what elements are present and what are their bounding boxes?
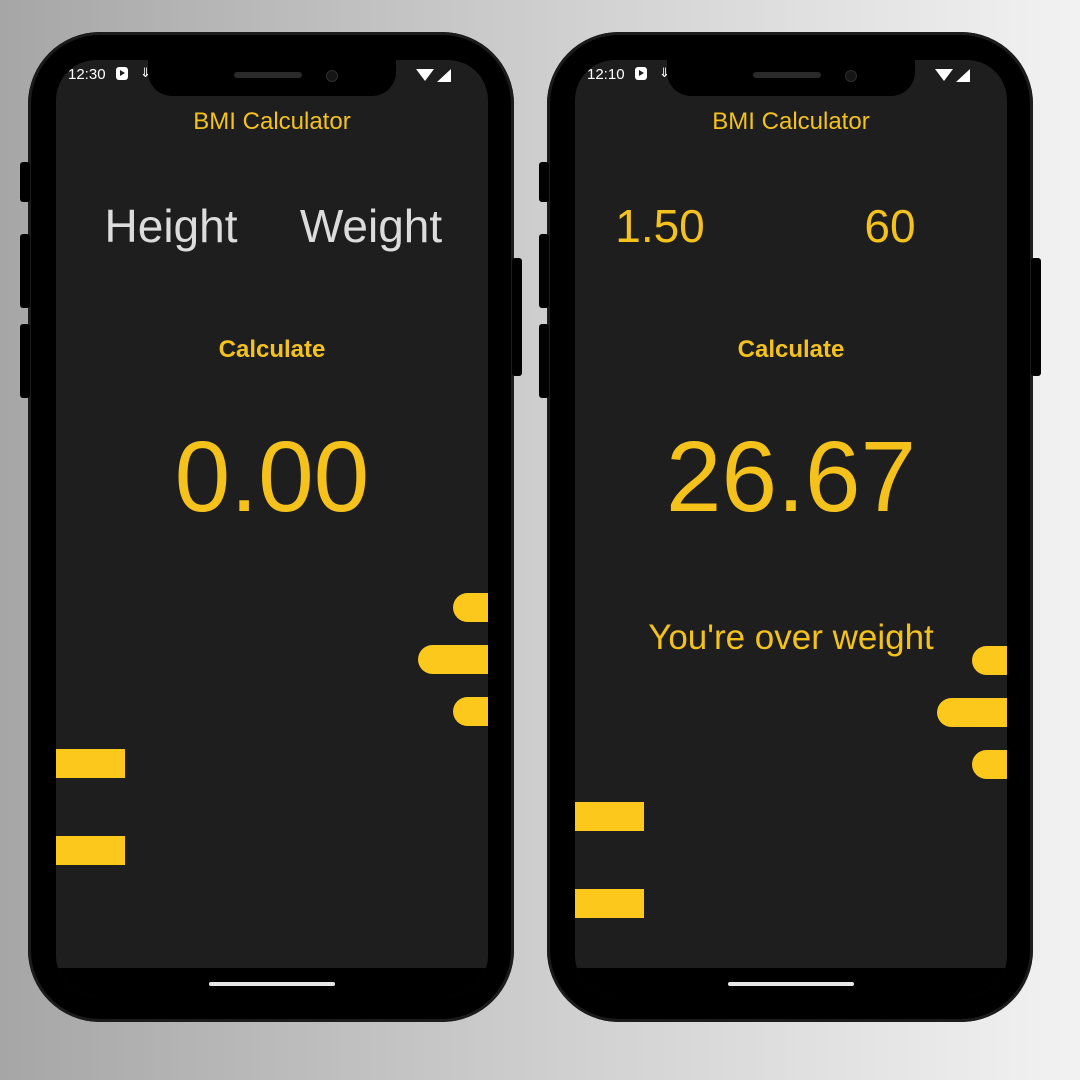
- volume-up-button: [539, 234, 549, 308]
- home-indicator[interactable]: [728, 982, 854, 986]
- power-button: [512, 258, 522, 376]
- navigation-bar: [56, 968, 488, 996]
- calculate-button[interactable]: Calculate: [56, 336, 488, 364]
- height-input[interactable]: Height: [76, 199, 266, 253]
- signal-icon: [956, 69, 970, 82]
- wifi-icon: [935, 69, 953, 81]
- play-shield-icon: [635, 67, 647, 80]
- app-screen: 12:10 ⇓ BMI Calculator 1.50 60 Calculate…: [575, 60, 1007, 996]
- speaker: [753, 72, 821, 78]
- decorative-pill: [453, 593, 488, 622]
- bmi-result: 26.67: [665, 421, 917, 533]
- decorative-pill: [972, 750, 1007, 779]
- decorative-bar: [575, 802, 644, 831]
- signal-icon: [437, 69, 451, 82]
- volume-down-button: [20, 324, 30, 398]
- height-input[interactable]: 1.50: [575, 199, 755, 253]
- app-title: BMI Calculator: [712, 108, 870, 135]
- decorative-bar: [56, 836, 125, 865]
- volume-up-button: [20, 234, 30, 308]
- volume-down-button: [539, 324, 549, 398]
- decorative-bar: [56, 749, 125, 778]
- decorative-bar: [575, 889, 644, 918]
- notch: [148, 60, 396, 96]
- decorative-pill: [937, 698, 1007, 727]
- power-button: [1031, 258, 1041, 376]
- phone-left: 12:30 ⇓ BMI Calculator Height Weight Cal…: [20, 32, 522, 1022]
- weight-input[interactable]: Weight: [276, 199, 466, 253]
- front-camera: [845, 70, 857, 82]
- bmi-result: 0.00: [174, 421, 370, 533]
- home-indicator[interactable]: [209, 982, 335, 986]
- decorative-pill: [418, 645, 488, 674]
- navigation-bar: [575, 968, 1007, 996]
- status-time: 12:10: [587, 66, 625, 83]
- weight-input[interactable]: 60: [795, 199, 985, 253]
- phone-right: 12:10 ⇓ BMI Calculator 1.50 60 Calculate…: [539, 32, 1041, 1022]
- speaker: [234, 72, 302, 78]
- app-screen: 12:30 ⇓ BMI Calculator Height Weight Cal…: [56, 60, 488, 996]
- notch: [667, 60, 915, 96]
- play-shield-icon: [116, 67, 128, 80]
- app-title: BMI Calculator: [193, 108, 351, 135]
- result-message: You're over weight: [648, 618, 934, 657]
- decorative-pill: [972, 646, 1007, 675]
- side-button: [20, 162, 30, 202]
- decorative-pill: [453, 697, 488, 726]
- status-time: 12:30: [68, 66, 106, 83]
- wifi-icon: [416, 69, 434, 81]
- front-camera: [326, 70, 338, 82]
- calculate-button[interactable]: Calculate: [575, 336, 1007, 364]
- side-button: [539, 162, 549, 202]
